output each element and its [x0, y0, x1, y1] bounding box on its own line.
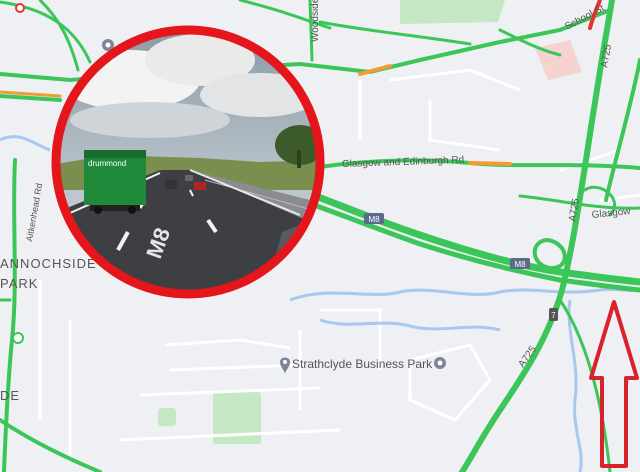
label-woodside-st: Woodside St: [310, 0, 321, 42]
up-arrow-icon: [589, 300, 639, 468]
park-small: [158, 408, 176, 426]
map-svg: Woodside St School St A725 Glasgow and E…: [0, 0, 640, 472]
svg-text:M8: M8: [368, 215, 380, 224]
label-aitkenhead-rd: Aitkenhead Rd: [24, 182, 44, 242]
label-de: DE: [0, 388, 20, 403]
map-canvas[interactable]: Woodside St School St A725 Glasgow and E…: [0, 0, 640, 472]
truck-brand: drummond: [88, 159, 126, 168]
hospital-area: [535, 40, 582, 80]
label-annochside: ANNOCHSIDE: [0, 256, 97, 271]
label-strathclyde-business-park: Strathclyde Business Park: [292, 357, 433, 371]
label-glasgow-right: Glasgow: [591, 206, 632, 221]
junction-marker: 7: [549, 308, 558, 321]
label-glasgow-edinburgh-rd: Glasgow and Edinburgh Rd: [342, 155, 465, 170]
road-junction-marker: [12, 332, 24, 344]
label-school-st: School St: [563, 3, 606, 33]
pin-icon[interactable]: [434, 357, 446, 369]
label-park: PARK: [0, 276, 38, 291]
road-junction-marker: [15, 3, 25, 13]
svg-text:7: 7: [551, 311, 556, 320]
park-top: [400, 0, 505, 24]
pin-icon[interactable]: [280, 357, 290, 375]
m8-shield-1: M8: [364, 213, 384, 224]
m8-shield-2: M8: [510, 258, 530, 269]
svg-text:M8: M8: [514, 260, 526, 269]
label-a725-mid: A725: [567, 197, 582, 222]
